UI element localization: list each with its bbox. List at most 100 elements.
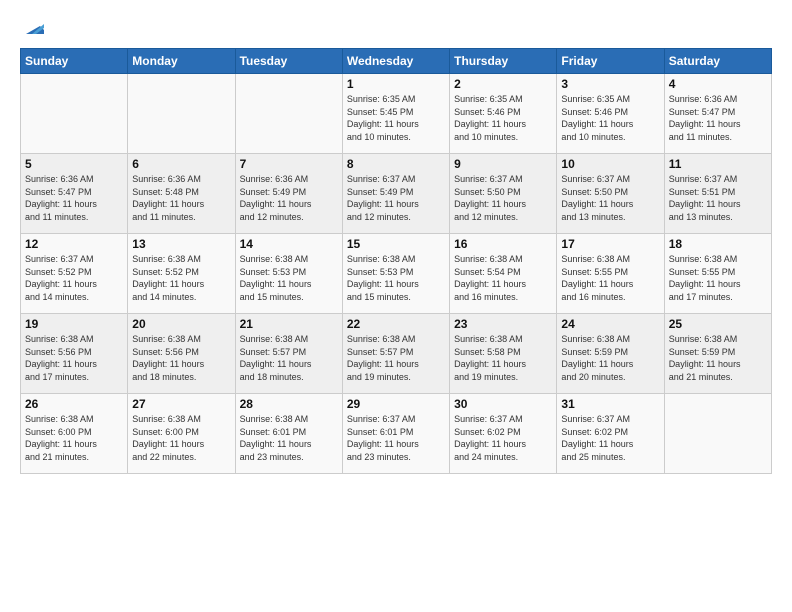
calendar-cell — [21, 74, 128, 154]
day-info: Sunrise: 6:38 AM Sunset: 6:01 PM Dayligh… — [240, 413, 338, 463]
header — [20, 16, 772, 38]
day-info: Sunrise: 6:38 AM Sunset: 5:56 PM Dayligh… — [25, 333, 123, 383]
day-info: Sunrise: 6:38 AM Sunset: 5:59 PM Dayligh… — [669, 333, 767, 383]
day-number: 27 — [132, 397, 230, 411]
calendar-cell: 29Sunrise: 6:37 AM Sunset: 6:01 PM Dayli… — [342, 394, 449, 474]
day-info: Sunrise: 6:38 AM Sunset: 5:54 PM Dayligh… — [454, 253, 552, 303]
calendar-week-5: 26 Sunrise: 6:38 AM Sunset: 6:00 PM Dayli… — [21, 394, 772, 474]
calendar-cell — [664, 394, 771, 474]
day-number: 8 — [347, 157, 445, 171]
calendar-cell: 4 Sunrise: 6:36 AM Sunset: 5:47 PM Daylig… — [664, 74, 771, 154]
calendar-cell: 15 Sunrise: 6:38 AM Sunset: 5:53 PM Dayli… — [342, 234, 449, 314]
day-number: 16 — [454, 237, 552, 251]
day-info: Sunrise: 6:37 AM Sunset: 5:51 PM Dayligh… — [669, 173, 767, 223]
weekday-header-thursday: Thursday — [450, 49, 557, 74]
logo-text — [20, 16, 44, 38]
calendar-cell: 1 Sunrise: 6:35 AM Sunset: 5:45 PM Daylig… — [342, 74, 449, 154]
day-info: Sunrise: 6:37 AM Sunset: 6:02 PM Dayligh… — [454, 413, 552, 463]
day-info: Sunrise: 6:38 AM Sunset: 5:53 PM Dayligh… — [347, 253, 445, 303]
day-number: 14 — [240, 237, 338, 251]
calendar-cell: 31 Sunrise: 6:37 AM Sunset: 6:02 PM Dayli… — [557, 394, 664, 474]
day-info: Sunrise: 6:38 AM Sunset: 5:53 PM Dayligh… — [240, 253, 338, 303]
day-info: Sunrise: 6:36 AM Sunset: 5:48 PM Dayligh… — [132, 173, 230, 223]
calendar-cell: 3 Sunrise: 6:35 AM Sunset: 5:46 PM Daylig… — [557, 74, 664, 154]
calendar-week-4: 19Sunrise: 6:38 AM Sunset: 5:56 PM Dayli… — [21, 314, 772, 394]
day-number: 20 — [132, 317, 230, 331]
day-info: Sunrise: 6:35 AM Sunset: 5:46 PM Dayligh… — [561, 93, 659, 143]
weekday-header-friday: Friday — [557, 49, 664, 74]
calendar-cell: 10 Sunrise: 6:37 AM Sunset: 5:50 PM Dayli… — [557, 154, 664, 234]
weekday-header-wednesday: Wednesday — [342, 49, 449, 74]
calendar-cell: 6 Sunrise: 6:36 AM Sunset: 5:48 PM Daylig… — [128, 154, 235, 234]
calendar-cell: 7Sunrise: 6:36 AM Sunset: 5:49 PM Daylig… — [235, 154, 342, 234]
day-number: 5 — [25, 157, 123, 171]
day-number: 15 — [347, 237, 445, 251]
day-info: Sunrise: 6:36 AM Sunset: 5:49 PM Dayligh… — [240, 173, 338, 223]
calendar-cell: 25Sunrise: 6:38 AM Sunset: 5:59 PM Dayli… — [664, 314, 771, 394]
day-number: 10 — [561, 157, 659, 171]
calendar-cell: 8 Sunrise: 6:37 AM Sunset: 5:49 PM Daylig… — [342, 154, 449, 234]
calendar-cell — [235, 74, 342, 154]
day-info: Sunrise: 6:38 AM Sunset: 5:57 PM Dayligh… — [347, 333, 445, 383]
calendar-cell: 26 Sunrise: 6:38 AM Sunset: 6:00 PM Dayli… — [21, 394, 128, 474]
calendar-cell: 5 Sunrise: 6:36 AM Sunset: 5:47 PM Daylig… — [21, 154, 128, 234]
day-number: 29 — [347, 397, 445, 411]
day-number: 11 — [669, 157, 767, 171]
day-number: 12 — [25, 237, 123, 251]
calendar-cell: 18 Sunrise: 6:38 AM Sunset: 5:55 PM Dayli… — [664, 234, 771, 314]
day-info: Sunrise: 6:37 AM Sunset: 6:02 PM Dayligh… — [561, 413, 659, 463]
day-info: Sunrise: 6:35 AM Sunset: 5:46 PM Dayligh… — [454, 93, 552, 143]
day-info: Sunrise: 6:36 AM Sunset: 5:47 PM Dayligh… — [25, 173, 123, 223]
calendar-cell: 20 Sunrise: 6:38 AM Sunset: 5:56 PM Dayli… — [128, 314, 235, 394]
day-number: 31 — [561, 397, 659, 411]
day-number: 6 — [132, 157, 230, 171]
day-info: Sunrise: 6:38 AM Sunset: 5:58 PM Dayligh… — [454, 333, 552, 383]
day-info: Sunrise: 6:36 AM Sunset: 5:47 PM Dayligh… — [669, 93, 767, 143]
calendar-cell: 21Sunrise: 6:38 AM Sunset: 5:57 PM Dayli… — [235, 314, 342, 394]
calendar-cell: 9 Sunrise: 6:37 AM Sunset: 5:50 PM Daylig… — [450, 154, 557, 234]
day-number: 21 — [240, 317, 338, 331]
calendar-cell: 16 Sunrise: 6:38 AM Sunset: 5:54 PM Dayli… — [450, 234, 557, 314]
day-info: Sunrise: 6:38 AM Sunset: 5:55 PM Dayligh… — [561, 253, 659, 303]
calendar-cell — [128, 74, 235, 154]
weekday-header-sunday: Sunday — [21, 49, 128, 74]
calendar-cell: 28 Sunrise: 6:38 AM Sunset: 6:01 PM Dayli… — [235, 394, 342, 474]
day-number: 28 — [240, 397, 338, 411]
day-number: 26 — [25, 397, 123, 411]
calendar-week-3: 12Sunrise: 6:37 AM Sunset: 5:52 PM Dayli… — [21, 234, 772, 314]
weekday-header-saturday: Saturday — [664, 49, 771, 74]
day-info: Sunrise: 6:37 AM Sunset: 5:49 PM Dayligh… — [347, 173, 445, 223]
weekday-header-monday: Monday — [128, 49, 235, 74]
day-number: 4 — [669, 77, 767, 91]
day-number: 1 — [347, 77, 445, 91]
calendar-cell: 17Sunrise: 6:38 AM Sunset: 5:55 PM Dayli… — [557, 234, 664, 314]
day-info: Sunrise: 6:37 AM Sunset: 5:50 PM Dayligh… — [561, 173, 659, 223]
calendar-week-1: 1 Sunrise: 6:35 AM Sunset: 5:45 PM Daylig… — [21, 74, 772, 154]
day-number: 23 — [454, 317, 552, 331]
day-info: Sunrise: 6:38 AM Sunset: 5:55 PM Dayligh… — [669, 253, 767, 303]
calendar-cell: 14 Sunrise: 6:38 AM Sunset: 5:53 PM Dayli… — [235, 234, 342, 314]
weekday-header-row: SundayMondayTuesdayWednesdayThursdayFrid… — [21, 49, 772, 74]
day-info: Sunrise: 6:38 AM Sunset: 5:59 PM Dayligh… — [561, 333, 659, 383]
day-number: 18 — [669, 237, 767, 251]
day-info: Sunrise: 6:35 AM Sunset: 5:45 PM Dayligh… — [347, 93, 445, 143]
day-info: Sunrise: 6:38 AM Sunset: 6:00 PM Dayligh… — [25, 413, 123, 463]
day-number: 9 — [454, 157, 552, 171]
calendar-week-2: 5 Sunrise: 6:36 AM Sunset: 5:47 PM Daylig… — [21, 154, 772, 234]
calendar-cell: 19Sunrise: 6:38 AM Sunset: 5:56 PM Dayli… — [21, 314, 128, 394]
calendar-cell: 24Sunrise: 6:38 AM Sunset: 5:59 PM Dayli… — [557, 314, 664, 394]
calendar-cell: 2 Sunrise: 6:35 AM Sunset: 5:46 PM Daylig… — [450, 74, 557, 154]
day-number: 2 — [454, 77, 552, 91]
day-number: 3 — [561, 77, 659, 91]
day-number: 22 — [347, 317, 445, 331]
calendar-cell: 30 Sunrise: 6:37 AM Sunset: 6:02 PM Dayli… — [450, 394, 557, 474]
logo — [20, 16, 44, 38]
day-info: Sunrise: 6:37 AM Sunset: 5:50 PM Dayligh… — [454, 173, 552, 223]
calendar-cell: 27Sunrise: 6:38 AM Sunset: 6:00 PM Dayli… — [128, 394, 235, 474]
calendar-cell: 22 Sunrise: 6:38 AM Sunset: 5:57 PM Dayli… — [342, 314, 449, 394]
weekday-header-tuesday: Tuesday — [235, 49, 342, 74]
calendar-cell: 12Sunrise: 6:37 AM Sunset: 5:52 PM Dayli… — [21, 234, 128, 314]
calendar-cell: 13Sunrise: 6:38 AM Sunset: 5:52 PM Dayli… — [128, 234, 235, 314]
day-info: Sunrise: 6:38 AM Sunset: 5:56 PM Dayligh… — [132, 333, 230, 383]
day-number: 30 — [454, 397, 552, 411]
